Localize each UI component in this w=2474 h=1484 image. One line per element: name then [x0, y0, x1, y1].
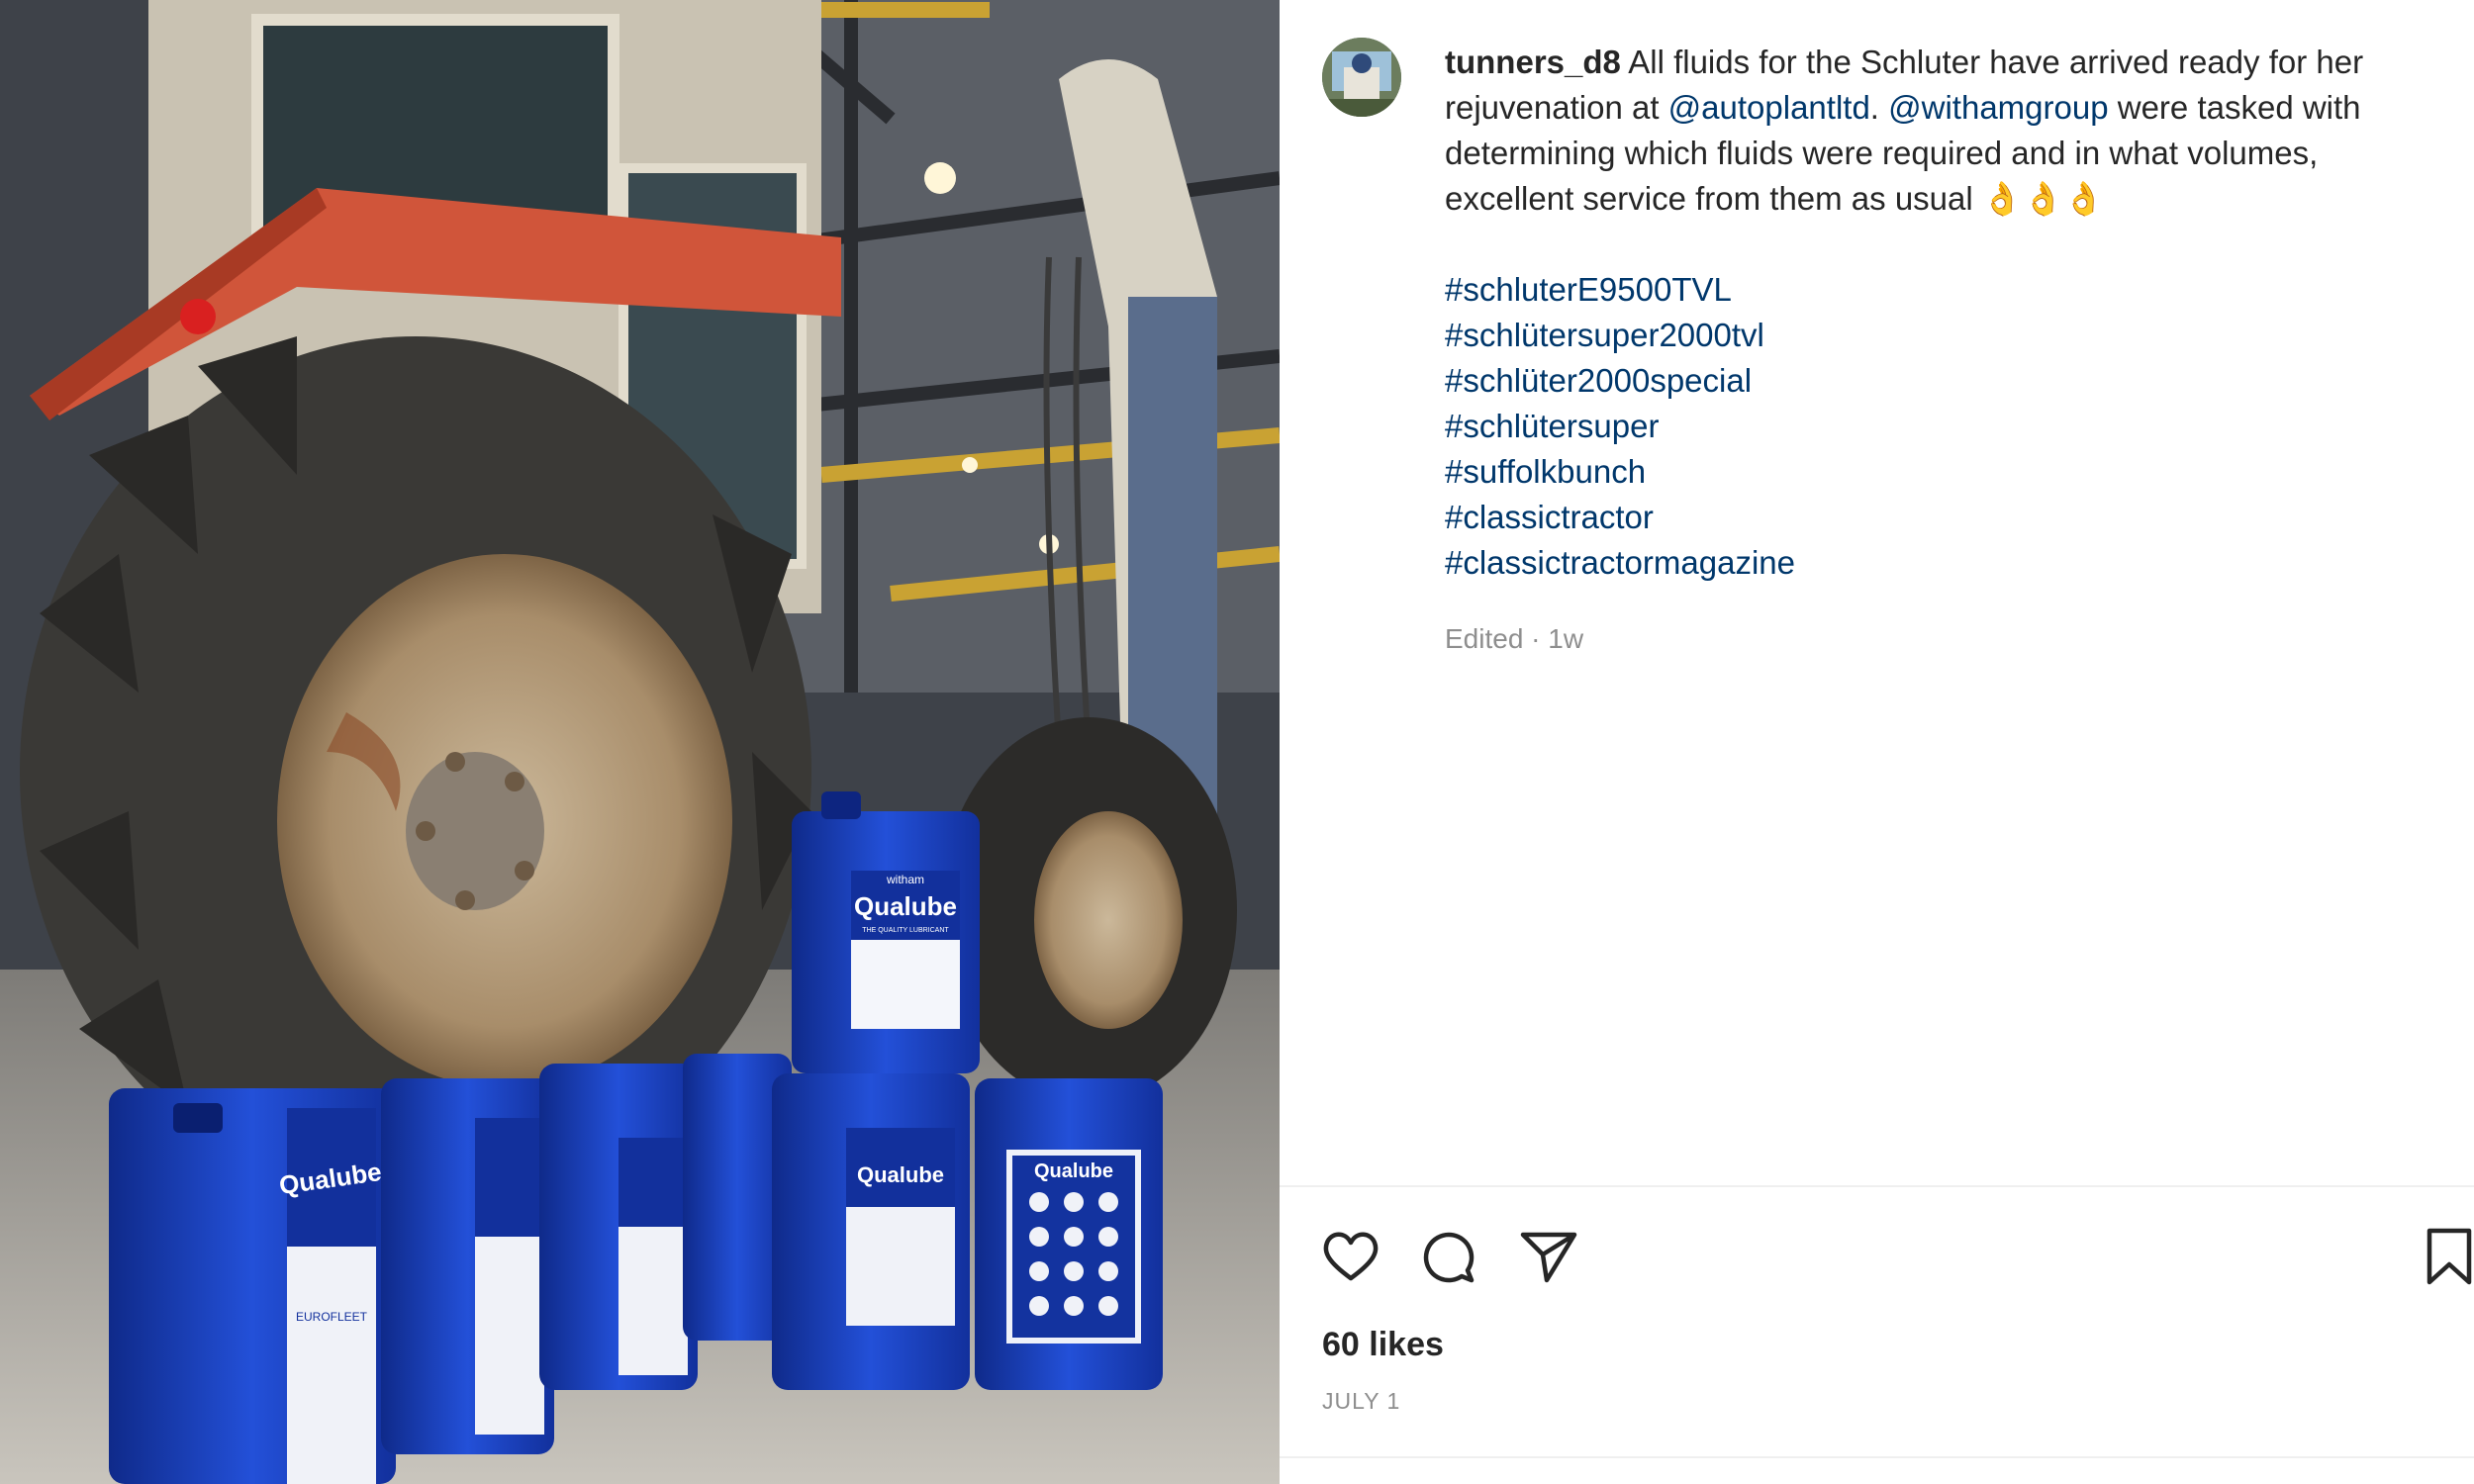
- comment-button[interactable]: [1418, 1225, 1481, 1288]
- mention-withamgroup[interactable]: @withamgroup: [1888, 89, 2108, 126]
- can-brand-label-4: Qualube: [1034, 1160, 1113, 1182]
- likes-count[interactable]: 60 likes: [1322, 1326, 1444, 1364]
- hashtag-link[interactable]: #classictractor: [1445, 495, 1795, 540]
- post-caption: tunners_d8 All fluids for the Schluter h…: [1445, 40, 2444, 222]
- mention-autoplantltd[interactable]: @autoplantltd: [1668, 89, 1870, 126]
- bottom-divider: [1280, 1456, 2474, 1458]
- save-button[interactable]: [2418, 1225, 2474, 1288]
- heart-icon: [1323, 1232, 1379, 1281]
- can-tagline: THE QUALITY LUBRICANT: [862, 927, 949, 934]
- actions-divider: [1280, 1185, 2474, 1187]
- bookmark-icon: [2426, 1228, 2472, 1285]
- hashtag-link[interactable]: #schlüter2000special: [1445, 358, 1795, 404]
- hashtag-list: #schluterE9500TVL #schlütersuper2000tvl …: [1445, 267, 1795, 586]
- hashtag-link[interactable]: #suffolkbunch: [1445, 449, 1795, 495]
- like-button[interactable]: [1319, 1225, 1382, 1288]
- can-brand-label-3: Qualube: [857, 1162, 944, 1187]
- hashtag-link[interactable]: #schlütersuper: [1445, 404, 1795, 449]
- post-date[interactable]: JULY 1: [1322, 1388, 1400, 1415]
- can-brand-label: Qualube: [854, 891, 957, 921]
- edited-timestamp[interactable]: Edited · 1w: [1445, 623, 1583, 655]
- can-brand-top: witham: [886, 873, 924, 886]
- username-link[interactable]: tunners_d8: [1445, 44, 1621, 80]
- avatar[interactable]: [1322, 38, 1401, 117]
- can-product-label: EUROFLEET: [296, 1310, 368, 1324]
- hashtag-link[interactable]: #classictractormagazine: [1445, 540, 1795, 586]
- comment-icon: [1423, 1232, 1475, 1283]
- avatar-image: [1322, 38, 1401, 117]
- hashtag-link[interactable]: #schlütersuper2000tvl: [1445, 313, 1795, 358]
- post-photo[interactable]: witham Qualube THE QUALITY LUBRICANT Qua…: [0, 0, 1280, 1484]
- hashtag-link[interactable]: #schluterE9500TVL: [1445, 267, 1795, 313]
- post-detail-panel: tunners_d8 All fluids for the Schluter h…: [1280, 0, 2474, 1484]
- caption-text-between: .: [1869, 89, 1889, 126]
- tractor-photo-illustration: witham Qualube THE QUALITY LUBRICANT Qua…: [0, 0, 1280, 1484]
- share-button[interactable]: [1517, 1225, 1580, 1288]
- paper-plane-icon: [1520, 1232, 1577, 1283]
